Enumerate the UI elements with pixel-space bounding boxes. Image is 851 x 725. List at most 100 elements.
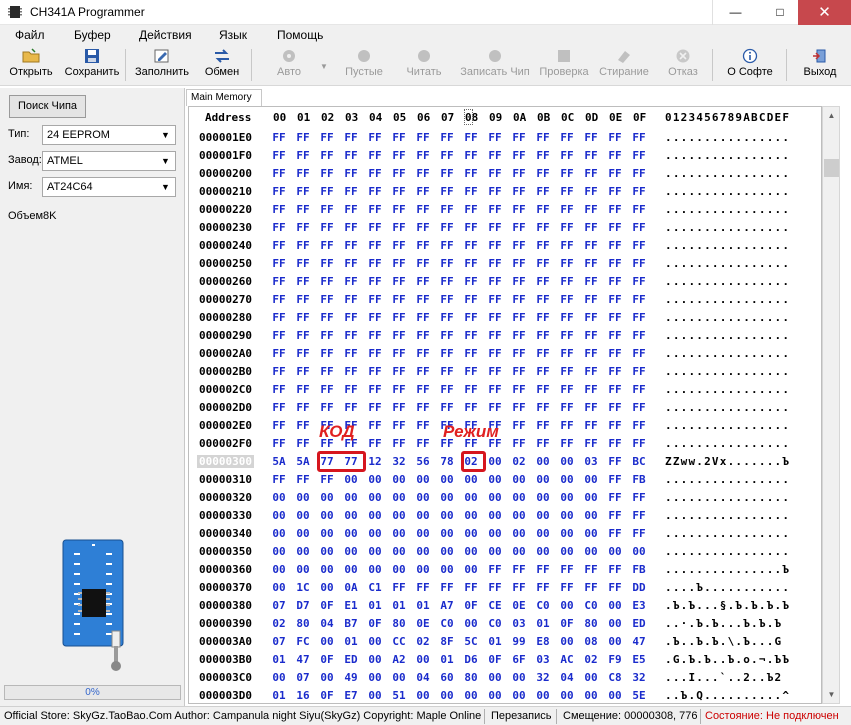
- hex-byte-cell[interactable]: 00: [606, 599, 624, 612]
- hex-byte-cell[interactable]: FF: [462, 167, 480, 180]
- hex-byte-cell[interactable]: FF: [558, 275, 576, 288]
- hex-byte-cell[interactable]: FF: [606, 257, 624, 270]
- hex-byte-cell[interactable]: 00: [462, 491, 480, 504]
- hex-byte-cell[interactable]: 00: [294, 491, 312, 504]
- hex-byte-cell[interactable]: C0: [582, 599, 600, 612]
- hex-byte-cell[interactable]: FF: [438, 203, 456, 216]
- hex-byte-cell[interactable]: 00: [294, 527, 312, 540]
- hex-byte-cell[interactable]: FF: [606, 527, 624, 540]
- hex-byte-cell[interactable]: 60: [438, 671, 456, 684]
- hex-byte-cell[interactable]: FF: [630, 383, 648, 396]
- hex-byte-cell[interactable]: 0F: [462, 599, 480, 612]
- hex-byte-cell[interactable]: FF: [294, 473, 312, 486]
- hex-byte-cell[interactable]: CC: [390, 635, 408, 648]
- hex-byte-cell[interactable]: 00: [294, 545, 312, 558]
- hex-byte-cell[interactable]: FF: [390, 311, 408, 324]
- hex-byte-cell[interactable]: FF: [438, 329, 456, 342]
- hex-byte-cell[interactable]: FF: [510, 419, 528, 432]
- hex-byte-cell[interactable]: FF: [390, 203, 408, 216]
- hex-byte-cell[interactable]: FF: [462, 401, 480, 414]
- hex-byte-cell[interactable]: FF: [558, 185, 576, 198]
- row-ascii[interactable]: ................: [665, 293, 790, 306]
- hex-byte-cell[interactable]: E5: [630, 653, 648, 666]
- hex-byte-cell[interactable]: FB: [630, 473, 648, 486]
- hex-byte-cell[interactable]: 00: [342, 473, 360, 486]
- hex-byte-cell[interactable]: FF: [414, 365, 432, 378]
- hex-byte-cell[interactable]: FF: [534, 203, 552, 216]
- hex-byte-cell[interactable]: FF: [318, 149, 336, 162]
- hex-byte-cell[interactable]: FF: [510, 221, 528, 234]
- hex-byte-cell[interactable]: FF: [390, 167, 408, 180]
- hex-editor[interactable]: Address 00 01 02 03 04 05 06 07 08 09 0A…: [188, 106, 822, 704]
- hex-byte-cell[interactable]: E1: [342, 599, 360, 612]
- hex-byte-cell[interactable]: 1C: [294, 581, 312, 594]
- hex-byte-cell[interactable]: 03: [534, 653, 552, 666]
- hex-byte-cell[interactable]: FF: [510, 347, 528, 360]
- row-ascii[interactable]: ................: [665, 131, 790, 144]
- hex-byte-cell[interactable]: 00: [342, 509, 360, 522]
- hex-byte-cell[interactable]: FF: [270, 221, 288, 234]
- hex-byte-cell[interactable]: 00: [414, 473, 432, 486]
- hex-byte-cell[interactable]: 00: [318, 581, 336, 594]
- hex-byte-cell[interactable]: 00: [390, 509, 408, 522]
- hex-byte-cell[interactable]: FF: [606, 401, 624, 414]
- hex-byte-cell[interactable]: FF: [606, 131, 624, 144]
- row-ascii[interactable]: ................: [665, 311, 790, 324]
- table-row[interactable]: 000003D0 01 16 0F E7 00 51 00 00 00 00 00 00 00 00 00 5E…: [189, 687, 821, 703]
- hex-byte-cell[interactable]: 01: [342, 635, 360, 648]
- row-ascii[interactable]: ................: [665, 419, 790, 432]
- hex-byte-cell[interactable]: 00: [270, 671, 288, 684]
- hex-byte-cell[interactable]: FF: [558, 203, 576, 216]
- hex-byte-cell[interactable]: FF: [294, 257, 312, 270]
- find-chip-button[interactable]: Поиск Чипа: [9, 95, 86, 118]
- hex-byte-cell[interactable]: FF: [606, 383, 624, 396]
- hex-byte-cell[interactable]: 07: [294, 671, 312, 684]
- hex-byte-cell[interactable]: 00: [534, 473, 552, 486]
- hex-byte-cell[interactable]: 00: [342, 545, 360, 558]
- hex-byte-cell[interactable]: AC: [558, 653, 576, 666]
- hex-byte-cell[interactable]: FF: [342, 167, 360, 180]
- hex-byte-cell[interactable]: FF: [486, 203, 504, 216]
- hex-byte-cell[interactable]: 07: [270, 599, 288, 612]
- hex-byte-cell[interactable]: 00: [582, 473, 600, 486]
- hex-byte-cell[interactable]: FF: [342, 275, 360, 288]
- hex-byte-cell[interactable]: F9: [606, 653, 624, 666]
- hex-byte-cell[interactable]: FF: [606, 365, 624, 378]
- hex-byte-cell[interactable]: FF: [438, 131, 456, 144]
- row-ascii[interactable]: .G.Ъ.Ъ..Ъ.o.¬.ЪЪ: [665, 653, 790, 666]
- hex-byte-cell[interactable]: C0: [486, 617, 504, 630]
- row-ascii[interactable]: ................: [665, 239, 790, 252]
- hex-byte-cell[interactable]: FF: [270, 347, 288, 360]
- hex-byte-cell[interactable]: FF: [366, 185, 384, 198]
- hex-byte-cell[interactable]: 0F: [558, 617, 576, 630]
- hex-byte-cell[interactable]: 04: [318, 617, 336, 630]
- hex-byte-cell[interactable]: 00: [270, 527, 288, 540]
- hex-byte-cell[interactable]: FF: [486, 293, 504, 306]
- hex-byte-cell[interactable]: FF: [318, 167, 336, 180]
- hex-byte-cell[interactable]: FF: [534, 167, 552, 180]
- hex-byte-cell[interactable]: FF: [558, 563, 576, 576]
- hex-byte-cell[interactable]: FF: [606, 275, 624, 288]
- hex-byte-cell[interactable]: 02: [270, 617, 288, 630]
- hex-byte-cell[interactable]: 00: [270, 581, 288, 594]
- hex-byte-cell[interactable]: FF: [294, 437, 312, 450]
- maximize-button[interactable]: □: [757, 0, 803, 25]
- hex-byte-cell[interactable]: FF: [606, 455, 624, 468]
- hex-byte-cell[interactable]: FF: [438, 365, 456, 378]
- hex-byte-cell[interactable]: 00: [270, 563, 288, 576]
- hex-byte-cell[interactable]: FF: [438, 239, 456, 252]
- hex-byte-cell[interactable]: FF: [342, 329, 360, 342]
- hex-byte-cell[interactable]: FF: [390, 131, 408, 144]
- hex-byte-cell[interactable]: FF: [534, 149, 552, 162]
- hex-byte-cell[interactable]: FF: [390, 275, 408, 288]
- hex-byte-cell[interactable]: 00: [486, 671, 504, 684]
- hex-byte-cell[interactable]: FF: [270, 131, 288, 144]
- hex-byte-cell[interactable]: FF: [558, 383, 576, 396]
- hex-byte-cell[interactable]: FF: [462, 257, 480, 270]
- menu-buffer[interactable]: Буфер: [74, 28, 111, 42]
- hex-byte-cell[interactable]: 00: [486, 545, 504, 558]
- table-row[interactable]: 00000240 FF FF FF FF FF FF FF FF FF FF FF FF FF FF FF FF…: [189, 237, 821, 255]
- table-row[interactable]: 00000320 00 00 00 00 00 00 00 00 00 00 00 00 00 00 FF FF…: [189, 489, 821, 507]
- hex-byte-cell[interactable]: FF: [270, 275, 288, 288]
- hex-byte-cell[interactable]: 00: [558, 527, 576, 540]
